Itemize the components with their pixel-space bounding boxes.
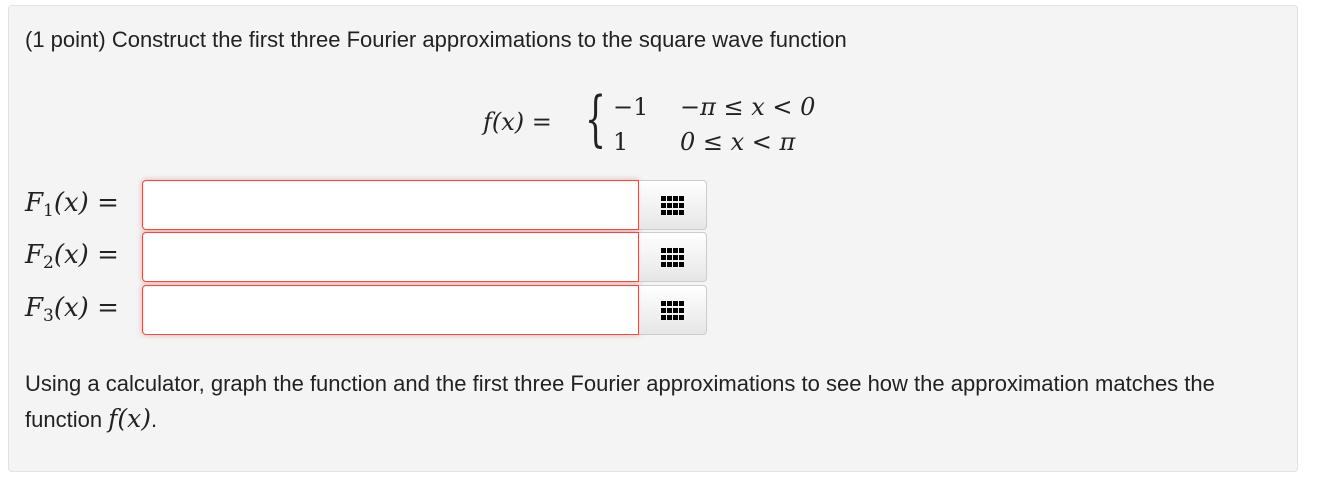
- outro-math: f(x): [108, 404, 152, 433]
- answer-label-1: F1(x) =: [25, 188, 119, 221]
- grid-icon: [661, 301, 685, 321]
- answer-input-3[interactable]: [142, 285, 639, 335]
- equation-editor-button-3[interactable]: [639, 285, 707, 335]
- answer-input-2[interactable]: [142, 232, 639, 282]
- grid-icon: [661, 196, 685, 216]
- left-brace: {: [585, 84, 607, 154]
- outro-end: .: [151, 407, 158, 432]
- case-value-2: 1: [613, 128, 629, 156]
- outro-text: Using a calculator, graph the function a…: [25, 371, 1215, 432]
- equation-editor-button-2[interactable]: [639, 232, 707, 282]
- problem-intro: (1 point) Construct the first three Four…: [25, 27, 847, 52]
- answer-input-1[interactable]: [142, 180, 639, 230]
- case-value-1: −1: [613, 93, 649, 121]
- piecewise-equation: f(x) = { −1 −π ≤ x < 0 1 0 ≤ x < π: [483, 83, 843, 163]
- answer-label-3: F3(x) =: [25, 293, 119, 326]
- grid-icon: [661, 248, 685, 268]
- problem-panel: (1 point) Construct the first three Four…: [8, 5, 1298, 472]
- case-condition-2: 0 ≤ x < π: [680, 128, 796, 156]
- equation-editor-button-1[interactable]: [639, 180, 707, 230]
- case-condition-1: −π ≤ x < 0: [680, 93, 816, 121]
- answer-label-2: F2(x) =: [25, 240, 119, 273]
- equation-lhs: f(x) =: [483, 108, 552, 136]
- problem-outro: Using a calculator, graph the function a…: [25, 366, 1275, 437]
